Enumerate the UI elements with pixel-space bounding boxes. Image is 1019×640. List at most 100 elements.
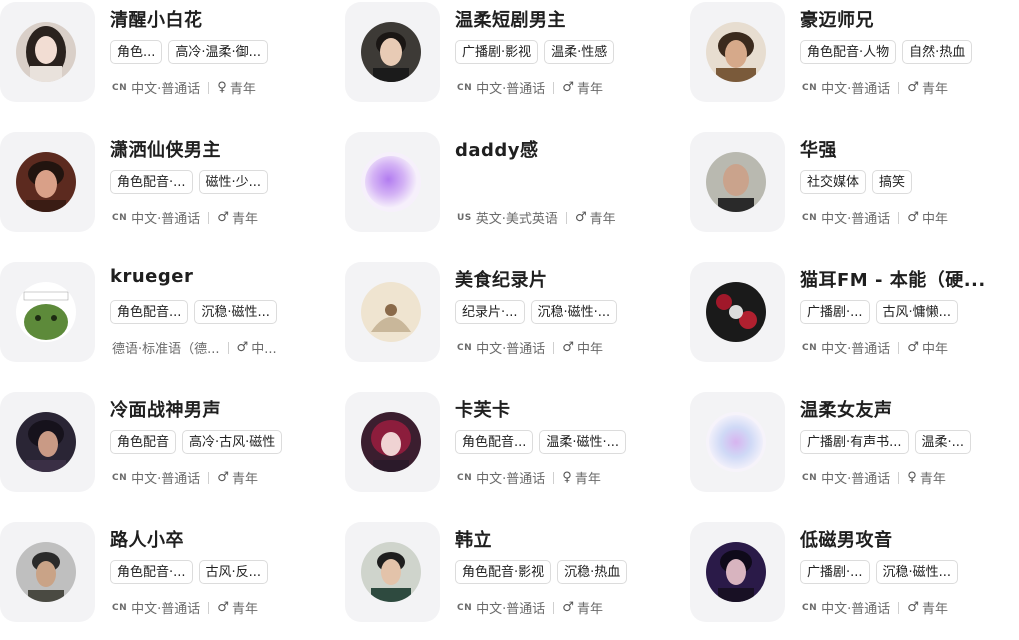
voice-card[interactable]: 卡芙卡 角色配音... 温柔·磁性·... CN 中文·普通话 ♀ 青年 — [345, 390, 675, 500]
voice-card[interactable]: 清醒小白花 角色... 高冷·温柔·御... CN 中文·普通话 ♀ 青年 — [0, 0, 330, 110]
voice-tag[interactable]: 搞笑 — [872, 170, 913, 194]
avatar-frame[interactable] — [345, 2, 440, 102]
avatar-frame[interactable] — [690, 522, 785, 622]
voice-grid: 清醒小白花 角色... 高冷·温柔·御... CN 中文·普通话 ♀ 青年 温柔短剧男主 广播剧… — [0, 0, 1019, 640]
avatar-frame[interactable] — [690, 132, 785, 232]
voice-tag[interactable]: 角色配音·... — [110, 170, 193, 194]
voice-name: 冷面战神男声 — [110, 400, 221, 421]
voice-tag[interactable]: 广播剧·... — [800, 300, 870, 324]
avatar — [16, 412, 76, 472]
tag-list: 广播剧·... 沉稳·磁性... — [800, 560, 959, 584]
avatar — [16, 282, 76, 342]
avatar-frame[interactable] — [690, 262, 785, 362]
avatar-frame[interactable] — [345, 132, 440, 232]
voice-meta: CN 中文·普通话 ♂ 青年 — [802, 598, 948, 617]
voice-tag[interactable]: 温柔·... — [914, 430, 972, 454]
voice-tag[interactable]: 广播剧·有声书... — [800, 430, 909, 454]
age-label: 青年 — [231, 602, 258, 617]
tag-list: 广播剧·... 古风·慵懒... — [800, 300, 959, 324]
voice-card[interactable]: 美食纪录片 纪录片·... 沉稳·磁性·... CN 中文·普通话 ♂ 中年 — [345, 260, 675, 370]
voice-card[interactable]: 路人小卒 角色配音·... 古风·反... CN 中文·普通话 ♂ 青年 — [0, 520, 330, 630]
avatar-frame[interactable] — [690, 392, 785, 492]
voice-card[interactable]: 温柔短剧男主 广播剧·影视 温柔·性感 CN 中文·普通话 ♂ 青年 — [345, 0, 675, 110]
tag-list: 广播剧·有声书... 温柔·... — [800, 430, 972, 454]
avatar — [361, 542, 421, 602]
tag-list: 角色配音... 沉稳·磁性... — [110, 300, 277, 324]
voice-name: 华强 — [800, 140, 837, 161]
avatar-frame[interactable] — [345, 262, 440, 362]
voice-tag[interactable]: 沉稳·磁性... — [194, 300, 277, 324]
tag-list: 角色配音·影视 沉稳·热血 — [455, 560, 628, 584]
voice-tag[interactable]: 角色... — [110, 40, 163, 64]
voice-tag[interactable]: 角色配音·影视 — [455, 560, 552, 584]
avatar — [361, 22, 421, 82]
avatar-frame[interactable] — [0, 2, 95, 102]
age-label: 中年 — [921, 342, 948, 357]
voice-tag[interactable]: 高冷·古风·磁性 — [182, 430, 283, 454]
avatar — [706, 152, 766, 212]
voice-tag[interactable]: 古风·反... — [198, 560, 269, 584]
voice-tag[interactable]: 温柔·磁性·... — [539, 430, 627, 454]
meta-divider — [553, 341, 555, 354]
language-label: 中文·普通话 — [131, 602, 201, 617]
voice-tag[interactable]: 高冷·温柔·御... — [168, 40, 269, 64]
voice-meta: CN 中文·普通话 ♀ 青年 — [457, 468, 601, 487]
country-code: CN — [802, 82, 818, 93]
avatar-frame[interactable] — [345, 522, 440, 622]
voice-tag[interactable]: 广播剧·影视 — [455, 40, 539, 64]
avatar-frame[interactable] — [0, 132, 95, 232]
avatar — [361, 152, 421, 212]
meta-divider — [208, 471, 210, 484]
avatar-frame[interactable] — [0, 392, 95, 492]
female-icon: ♀ — [907, 470, 917, 485]
avatar-frame[interactable] — [0, 262, 95, 362]
language-label: 中文·普通话 — [131, 82, 201, 97]
voice-tag[interactable]: 磁性·少... — [198, 170, 269, 194]
male-icon: ♂ — [562, 600, 574, 615]
tag-list: 角色配音... 温柔·磁性·... — [455, 430, 627, 454]
voice-tag[interactable]: 纪录片·... — [455, 300, 525, 324]
language-label: 中文·普通话 — [476, 82, 546, 97]
meta-divider — [553, 471, 555, 484]
male-icon: ♂ — [907, 600, 919, 615]
voice-tag[interactable]: 广播剧·... — [800, 560, 870, 584]
voice-card[interactable]: daddy感 US 英文·美式英语 ♂ 青年 — [345, 130, 675, 240]
avatar-frame[interactable] — [345, 392, 440, 492]
voice-card[interactable]: 潇洒仙侠男主 角色配音·... 磁性·少... CN 中文·普通话 ♂ 青年 — [0, 130, 330, 240]
voice-card[interactable]: 豪迈师兄 角色配音·人物 自然·热血 CN 中文·普通话 ♂ 青年 — [690, 0, 1019, 110]
meta-divider — [898, 471, 900, 484]
meta-divider — [565, 211, 567, 224]
voice-card[interactable]: krueger 角色配音... 沉稳·磁性... 德语·标准语（德... ♂ 中... — [0, 260, 330, 370]
voice-card[interactable]: 华强 社交媒体 搞笑 CN 中文·普通话 ♂ 中年 — [690, 130, 1019, 240]
country-code: CN — [457, 342, 473, 353]
voice-tag[interactable]: 角色配音... — [455, 430, 534, 454]
voice-tag[interactable]: 角色配音 — [110, 430, 177, 454]
voice-tag[interactable]: 角色配音·人物 — [800, 40, 897, 64]
avatar — [16, 152, 76, 212]
voice-tag[interactable]: 沉稳·磁性... — [875, 560, 959, 584]
country-code: US — [457, 212, 472, 223]
voice-card[interactable]: 韩立 角色配音·影视 沉稳·热血 CN 中文·普通话 ♂ 青年 — [345, 520, 675, 630]
voice-card[interactable]: 冷面战神男声 角色配音 高冷·古风·磁性 CN 中文·普通话 ♂ 青年 — [0, 390, 330, 500]
avatar — [706, 542, 766, 602]
avatar-frame[interactable] — [0, 522, 95, 622]
age-label: 青年 — [921, 602, 948, 617]
voice-name: 豪迈师兄 — [800, 10, 874, 31]
language-label: 中文·普通话 — [131, 472, 201, 487]
voice-tag[interactable]: 沉稳·磁性·... — [530, 300, 618, 324]
voice-tag[interactable]: 社交媒体 — [800, 170, 867, 194]
voice-card[interactable]: 猫耳FM - 本能（硬... 广播剧·... 古风·慵懒... CN 中文·普通话 ♂ 中年 — [690, 260, 1019, 370]
country-code: CN — [112, 82, 128, 93]
voice-card[interactable]: 低磁男攻音 广播剧·... 沉稳·磁性... CN 中文·普通话 ♂ 青年 — [690, 520, 1019, 630]
voice-card[interactable]: 温柔女友声 广播剧·有声书... 温柔·... CN 中文·普通话 ♀ 青年 — [690, 390, 1019, 500]
voice-tag[interactable]: 角色配音·... — [110, 560, 193, 584]
voice-tag[interactable]: 古风·慵懒... — [875, 300, 959, 324]
voice-tag[interactable]: 温柔·性感 — [544, 40, 615, 64]
voice-tag[interactable]: 自然·热血 — [902, 40, 973, 64]
voice-tag[interactable]: 角色配音... — [110, 300, 189, 324]
voice-tag[interactable]: 沉稳·热血 — [557, 560, 628, 584]
country-code: CN — [802, 212, 818, 223]
age-label: 青年 — [231, 212, 258, 227]
avatar-frame[interactable] — [690, 2, 785, 102]
language-label: 英文·美式英语 — [475, 212, 558, 227]
